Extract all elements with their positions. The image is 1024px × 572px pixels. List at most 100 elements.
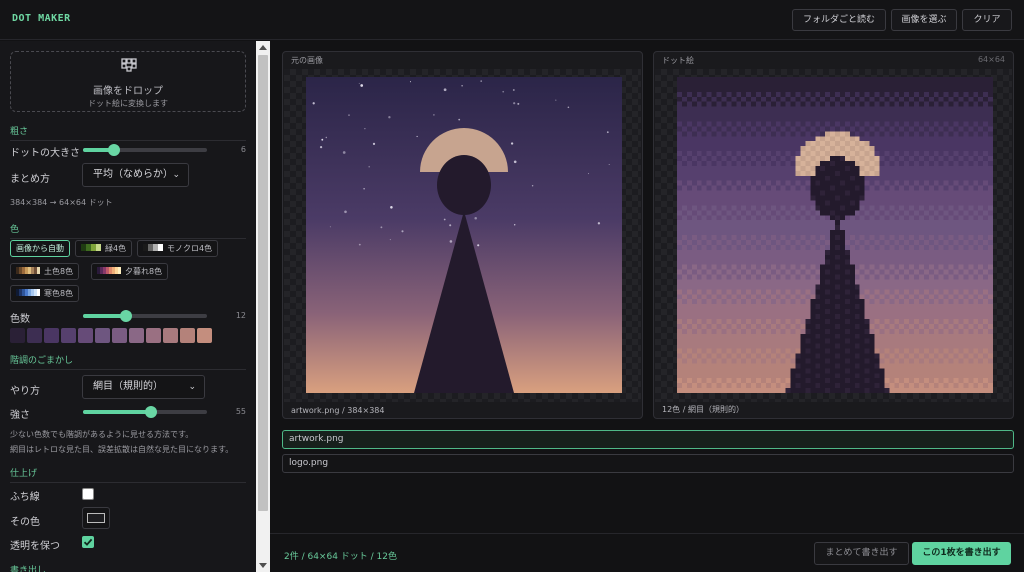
star — [597, 222, 601, 225]
dither-strength-slider-handle[interactable] — [145, 406, 158, 418]
star — [329, 226, 331, 228]
star — [360, 84, 364, 87]
keep-alpha-label: 透明を保つ — [10, 541, 60, 552]
star — [321, 138, 324, 141]
file-item-logo[interactable]: logo.png — [282, 454, 1014, 473]
preset-mono4-label: モノクロ4色 — [167, 244, 213, 253]
dot-art-panel: ドット絵 64×64 12色 / 網目（規則的） — [653, 51, 1014, 419]
star — [342, 151, 346, 154]
dither-strength-value: 55 — [235, 407, 246, 416]
original-image — [306, 77, 622, 393]
outline-color-swatch — [87, 513, 105, 523]
app-header: DOT MAKER フォルダごと読む 画像を選ぶ クリア — [0, 0, 1024, 40]
method-select-value: 平均（なめらか） — [93, 169, 173, 180]
star — [449, 240, 453, 243]
palette-swatch — [112, 328, 127, 343]
dot-panel-footer: 12色 / 網目（規則的） — [662, 405, 744, 414]
preset-dusk8-label: 夕暮れ8色 — [125, 267, 163, 276]
original-image-panel: 元の画像 artwork.png / 384×384 — [282, 51, 643, 419]
outline-checkbox[interactable] — [82, 488, 94, 500]
image-drop-zone[interactable]: 画像をドロップ ドット絵に変換します — [10, 51, 246, 112]
preset-auto-label: 画像から自動 — [16, 244, 64, 253]
preset-earth8-label: 土色8色 — [44, 267, 74, 276]
star — [358, 243, 361, 246]
preset-swatch — [16, 289, 40, 296]
palette-swatch — [95, 328, 110, 343]
choose-image-button[interactable]: 画像を選ぶ — [891, 9, 957, 31]
outline-label: ふち線 — [10, 492, 40, 503]
palette-swatch — [44, 328, 59, 343]
preset-cool8-label: 寒色8色 — [44, 289, 74, 298]
clear-button[interactable]: クリア — [962, 9, 1012, 31]
palette-swatch — [180, 328, 195, 343]
star — [380, 226, 383, 229]
dither-method-label: やり方 — [10, 386, 40, 397]
preset-mono4-button[interactable]: モノクロ4色 — [137, 240, 219, 257]
dot-size-slider[interactable] — [83, 144, 207, 156]
preset-dusk8-button[interactable]: 夕暮れ8色 — [91, 263, 169, 280]
palette-swatch — [61, 328, 76, 343]
preset-swatch — [81, 244, 101, 251]
resolution-note: 384×384 → 64×64 ドット — [10, 198, 113, 207]
method-label: まとめ方 — [10, 174, 50, 185]
star — [372, 142, 376, 146]
preset-earth8-button[interactable]: 土色8色 — [10, 263, 80, 280]
dither-method-value: 網目（規則的） — [93, 381, 163, 392]
star — [517, 102, 520, 105]
star — [461, 85, 463, 87]
star — [458, 118, 461, 121]
star — [312, 102, 315, 105]
star — [364, 128, 366, 130]
scrollbar-thumb[interactable] — [258, 55, 268, 511]
scroll-down-arrow-icon[interactable] — [259, 563, 267, 568]
section-export: 書き出し — [10, 563, 246, 572]
grid-dots-icon — [121, 58, 137, 72]
preset-green4-label: 緑4色 — [105, 244, 127, 253]
star — [409, 81, 412, 83]
preset-cool8-button[interactable]: 寒色8色 — [10, 285, 80, 302]
palette-swatch — [197, 328, 212, 343]
star — [363, 188, 365, 190]
star — [443, 218, 446, 221]
sidebar-scrollbar[interactable] — [256, 41, 270, 572]
star — [587, 173, 590, 175]
file-item-artwork[interactable]: artwork.png — [282, 430, 1014, 449]
scroll-up-arrow-icon[interactable] — [259, 45, 267, 50]
color-count-slider[interactable] — [83, 310, 207, 322]
keep-alpha-checkbox[interactable] — [82, 536, 94, 548]
star — [319, 145, 323, 149]
palette-swatch — [163, 328, 178, 343]
preset-auto-button[interactable]: 画像から自動 — [10, 240, 70, 257]
dot-art-image — [677, 77, 993, 393]
method-select[interactable]: 平均（なめらか） ⌄ — [82, 163, 189, 187]
star — [512, 89, 515, 91]
dither-strength-slider[interactable] — [83, 406, 207, 418]
star — [531, 184, 534, 187]
action-footer: 2件 / 64×64 ドット / 12色 まとめて書き出す この1枚を書き出す — [270, 533, 1024, 572]
dot-size-label: ドットの大きさ — [10, 148, 80, 159]
dot-size-slider-handle[interactable] — [108, 144, 120, 156]
star — [401, 230, 404, 233]
export-one-button[interactable]: この1枚を書き出す — [912, 542, 1011, 565]
app-title: DOT MAKER — [12, 13, 71, 24]
palette-swatch — [10, 328, 25, 343]
star — [567, 106, 570, 109]
load-folder-button[interactable]: フォルダごと読む — [792, 9, 886, 31]
star — [513, 102, 516, 105]
color-count-label: 色数 — [10, 314, 30, 325]
color-count-slider-handle[interactable] — [120, 310, 133, 322]
star — [443, 88, 447, 92]
star — [449, 224, 452, 227]
checkmark-icon — [83, 538, 93, 546]
star — [510, 142, 514, 145]
star — [608, 163, 610, 166]
star — [325, 136, 328, 139]
outline-color-picker[interactable] — [82, 507, 110, 529]
export-all-button[interactable]: まとめて書き出す — [814, 542, 909, 565]
palette-swatch — [129, 328, 144, 343]
dither-method-select[interactable]: 網目（規則的） ⌄ — [82, 375, 205, 399]
star — [433, 114, 435, 116]
preset-swatch — [97, 267, 121, 274]
star — [606, 131, 609, 134]
preset-green4-button[interactable]: 緑4色 — [75, 240, 133, 257]
